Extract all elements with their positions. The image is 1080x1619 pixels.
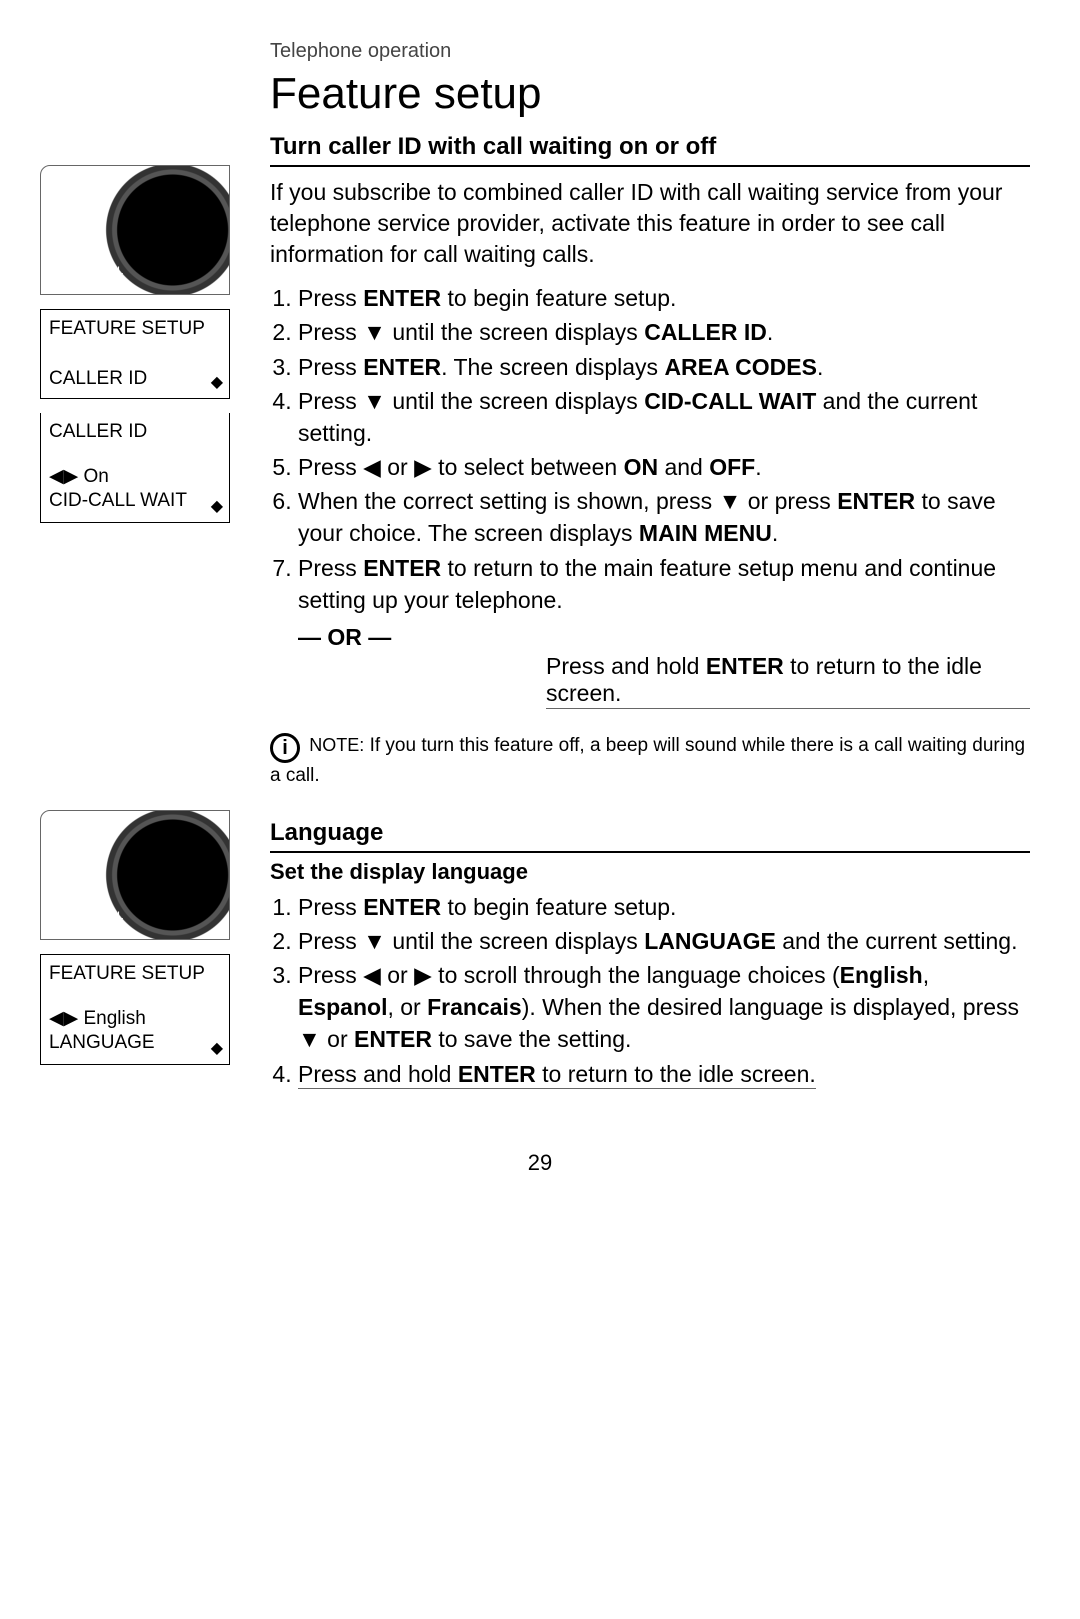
info-icon: i (270, 733, 300, 763)
step: Press ENTER. The screen displays AREA CO… (298, 351, 1030, 383)
phone-sublabel: NEW CALL LINE 2 (67, 911, 123, 933)
page-number: 29 (50, 1150, 1030, 1176)
hold-instruction: Press and hold ENTER to return to the id… (546, 653, 1030, 709)
phone-image: at&t NEW CALL LINE 2 (40, 165, 230, 295)
phone-brand: at&t (47, 168, 86, 191)
subheading-language: Set the display language (270, 859, 1030, 885)
step: Press ◀ or ▶ to select between ON and OF… (298, 451, 1030, 483)
steps-callerid: Press ENTER to begin feature setup. Pres… (270, 282, 1030, 616)
steps-language: Press ENTER to begin feature setup. Pres… (270, 891, 1030, 1090)
or-divider: — OR — (298, 624, 1030, 651)
step: Press ENTER to begin feature setup. (298, 282, 1030, 314)
header-label: Telephone operation (270, 40, 1030, 63)
step: When the correct setting is shown, press… (298, 485, 1030, 549)
lcd-caller-id: CALLER ID ◀▶ On CID-CALL WAIT ◆ (40, 413, 230, 523)
step: Press ▼ until the screen displays LANGUA… (298, 925, 1030, 957)
step: Press ◀ or ▶ to scroll through the langu… (298, 959, 1030, 1056)
phone-image: at&t NEW CALL LINE 2 (40, 810, 230, 940)
lcd-language: FEATURE SETUP ◀▶ English LANGUAGE ◆ (40, 954, 230, 1065)
updown-icon: ◆ (211, 1038, 223, 1058)
step: Press ▼ until the screen displays CALLER… (298, 316, 1030, 348)
illustration-caller-id: at&t NEW CALL LINE 2 FEATURE SETUP CALLE… (40, 165, 230, 523)
section-heading-language: Language (270, 819, 1030, 853)
phone-brand: at&t (47, 813, 86, 836)
note-text: If you turn this feature off, a beep wil… (270, 735, 1025, 786)
note-label: NOTE: (309, 735, 364, 755)
phone-sublabel: NEW CALL LINE 2 (67, 266, 123, 288)
section-heading-callerid: Turn caller ID with call waiting on or o… (270, 133, 1030, 167)
lcd-feature-setup: FEATURE SETUP CALLER ID ◆ (40, 309, 230, 399)
illustration-language: at&t NEW CALL LINE 2 FEATURE SETUP ◀▶ En… (40, 810, 230, 1065)
note-block: i NOTE: If you turn this feature off, a … (270, 733, 1030, 789)
step: Press ▼ until the screen displays CID-CA… (298, 385, 1030, 449)
intro-text: If you subscribe to combined caller ID w… (270, 177, 1030, 270)
updown-icon: ◆ (211, 496, 223, 516)
step: Press ENTER to return to the main featur… (298, 552, 1030, 616)
step: Press ENTER to begin feature setup. (298, 891, 1030, 923)
page-title: Feature setup (270, 69, 1030, 119)
updown-icon: ◆ (211, 372, 223, 392)
step: Press and hold ENTER to return to the id… (298, 1058, 1030, 1090)
